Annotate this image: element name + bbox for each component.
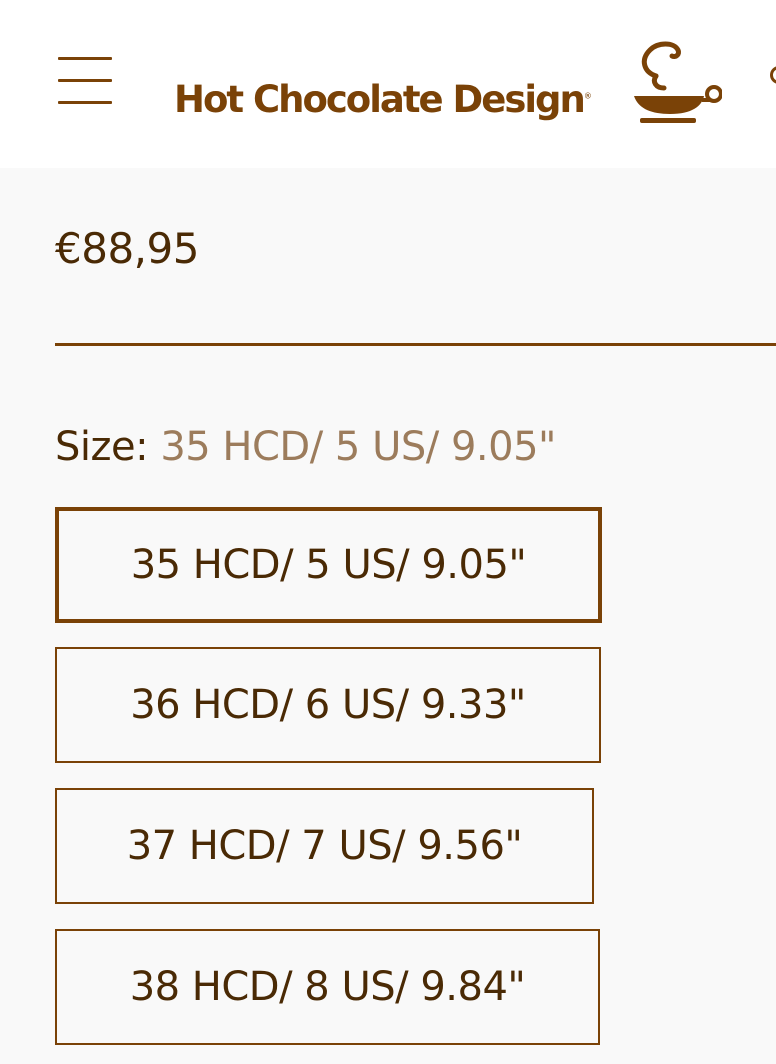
size-option-label: 38 HCD/ 8 US/ 9.84" — [129, 964, 526, 1010]
site-header: Hot Chocolate Design® — [0, 0, 776, 168]
divider — [55, 343, 776, 346]
size-option-label: 37 HCD/ 7 US/ 9.56" — [126, 823, 523, 869]
size-option-38[interactable]: 38 HCD/ 8 US/ 9.84" — [55, 929, 600, 1045]
size-selection-summary: Size: 35 HCD/ 5 US/ 9.05" — [55, 424, 556, 470]
registered-mark: ® — [583, 91, 592, 101]
size-option-35[interactable]: 35 HCD/ 5 US/ 9.05" — [55, 507, 602, 623]
cart-icon[interactable] — [770, 66, 776, 84]
product-price: €88,95 — [55, 224, 199, 273]
brand-name-text: Hot Chocolate Design® — [174, 78, 592, 121]
cup-with-steam-icon — [634, 41, 722, 123]
size-label: Size: — [55, 424, 149, 470]
size-option-37[interactable]: 37 HCD/ 7 US/ 9.56" — [55, 788, 594, 904]
size-option-label: 36 HCD/ 6 US/ 9.33" — [130, 682, 526, 728]
hamburger-menu-icon[interactable] — [58, 55, 112, 107]
brand-logo[interactable]: Hot Chocolate Design® — [174, 36, 722, 136]
size-option-label: 35 HCD/ 5 US/ 9.05" — [130, 542, 527, 588]
selected-size-value: 35 HCD/ 5 US/ 9.05" — [160, 424, 556, 470]
size-option-36[interactable]: 36 HCD/ 6 US/ 9.33" — [55, 647, 601, 763]
